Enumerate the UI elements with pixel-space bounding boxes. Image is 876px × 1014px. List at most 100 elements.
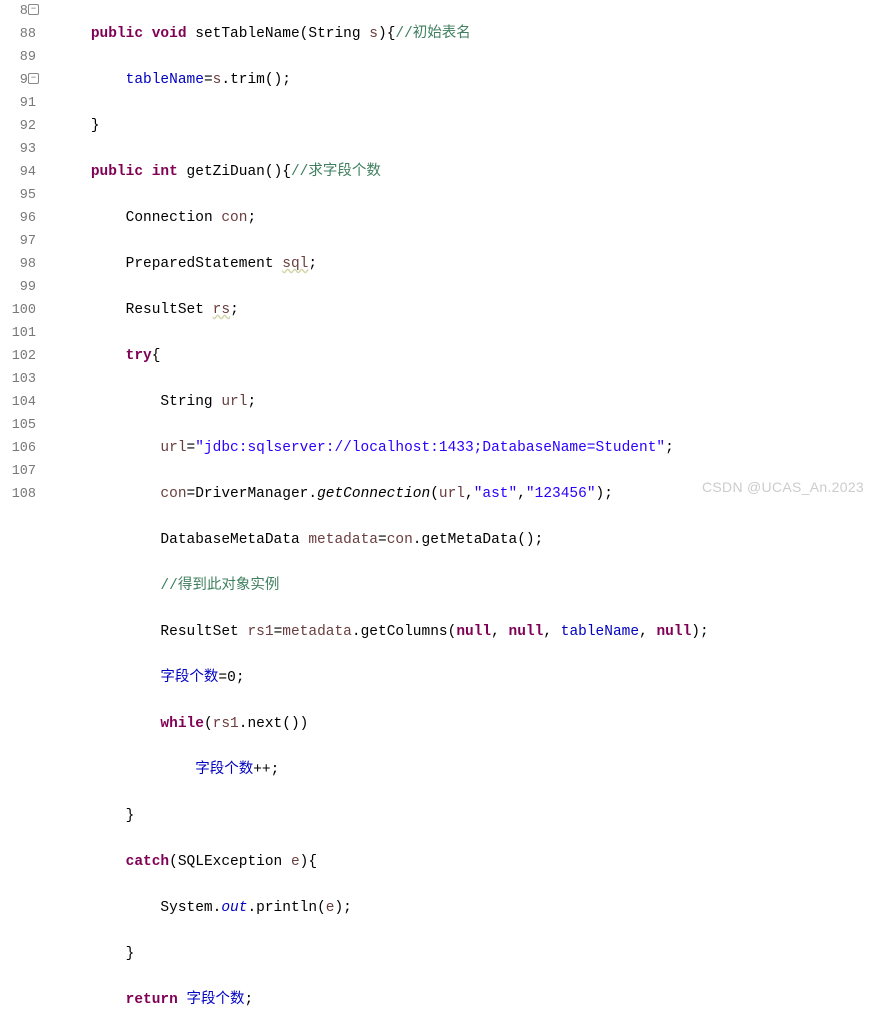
field: 字段个数 (195, 762, 253, 778)
line-number: 102 (12, 349, 36, 364)
gutter-line: 102 (0, 345, 36, 368)
param: s (369, 26, 378, 42)
punct: ; (236, 670, 245, 686)
code-line[interactable]: PreparedStatement sql; (56, 253, 876, 276)
method-call: getConnection (317, 486, 430, 502)
line-number: 95 (20, 188, 36, 203)
line-number: 103 (12, 372, 36, 387)
punct: ( (317, 900, 326, 916)
code-line[interactable]: 字段个数++; (56, 759, 876, 782)
watermark: CSDN @UCAS_An.2023 (702, 479, 864, 495)
code-line[interactable]: while(rs1.next()) (56, 713, 876, 736)
punct: () (282, 716, 299, 732)
line-number: 98 (20, 257, 36, 272)
keyword: public (91, 164, 143, 180)
punct: ; (245, 992, 254, 1008)
gutter-line: 105 (0, 414, 36, 437)
gutter-line: 101 (0, 322, 36, 345)
code-line[interactable]: public int getZiDuan(){//求字段个数 (56, 161, 876, 184)
punct: ( (204, 716, 213, 732)
code-line[interactable]: ResultSet rs; (56, 299, 876, 322)
code-line[interactable]: 字段个数=0; (56, 667, 876, 690)
punct: ; (665, 440, 674, 456)
line-number: 104 (12, 395, 36, 410)
punct: ); (691, 624, 708, 640)
brace: { (308, 854, 317, 870)
punct: (); (517, 532, 543, 548)
comment: //得到此对象实例 (160, 578, 279, 594)
type: SQLException (178, 854, 282, 870)
code-line[interactable]: System.out.println(e); (56, 897, 876, 920)
punct: () (265, 164, 282, 180)
line-number: 88 (20, 27, 36, 42)
op: = (204, 72, 213, 88)
code-line[interactable]: try{ (56, 345, 876, 368)
line-gutter: 87− 88 89 90− 91 92 93 94 95 96 97 98 99… (0, 0, 42, 507)
code-line[interactable]: catch(SQLException e){ (56, 851, 876, 874)
brace: } (126, 808, 135, 824)
var: rs1 (247, 624, 273, 640)
gutter-line: 88 (0, 23, 36, 46)
field: 字段个数 (160, 670, 218, 686)
code-line[interactable]: ResultSet rs1=metadata.getColumns(null, … (56, 621, 876, 644)
line-number: 94 (20, 165, 36, 180)
code-line[interactable]: public void setTableName(String s){//初始表… (56, 23, 876, 46)
dot: . (221, 72, 230, 88)
code-line[interactable]: tableName=s.trim(); (56, 69, 876, 92)
field: 字段个数 (187, 992, 245, 1008)
code-line[interactable]: Connection con; (56, 207, 876, 230)
gutter-line: 94 (0, 161, 36, 184)
keyword: try (126, 348, 152, 364)
code-line[interactable]: } (56, 943, 876, 966)
keyword: null (509, 624, 544, 640)
comment: //求字段个数 (291, 164, 381, 180)
type: System (160, 900, 212, 916)
gutter-line: 93 (0, 138, 36, 161)
punct: , (639, 624, 656, 640)
punct: ; (308, 256, 317, 272)
gutter-line: 100 (0, 299, 36, 322)
line-number: 108 (12, 487, 36, 502)
op: = (187, 486, 196, 502)
comment: //初始表名 (395, 26, 470, 42)
fold-marker-icon[interactable]: − (28, 4, 39, 15)
brace: } (126, 946, 135, 962)
type: PreparedStatement (126, 256, 274, 272)
punct: , (491, 624, 508, 640)
punct: (); (265, 72, 291, 88)
dot: . (413, 532, 422, 548)
punct: ( (169, 854, 178, 870)
line-number: 99 (20, 280, 36, 295)
punct: ; (230, 302, 239, 318)
punct: , (517, 486, 526, 502)
fold-marker-icon[interactable]: − (28, 73, 39, 84)
code-editor: 87− 88 89 90− 91 92 93 94 95 96 97 98 99… (0, 0, 876, 507)
code-line[interactable]: url="jdbc:sqlserver://localhost:1433;Dat… (56, 437, 876, 460)
line-number: 101 (12, 326, 36, 341)
code-line[interactable]: DatabaseMetaData metadata=con.getMetaDat… (56, 529, 876, 552)
string: "jdbc:sqlserver://localhost:1433;Databas… (195, 440, 665, 456)
punct: , (465, 486, 474, 502)
code-line[interactable]: return 字段个数; (56, 989, 876, 1012)
code-line[interactable]: } (56, 115, 876, 138)
gutter-line: 103 (0, 368, 36, 391)
brace: } (91, 118, 100, 134)
type: String (308, 26, 360, 42)
var: con (160, 486, 186, 502)
code-area[interactable]: public void setTableName(String s){//初始表… (42, 0, 876, 507)
string: "123456" (526, 486, 596, 502)
type: DriverManager (195, 486, 308, 502)
type: ResultSet (126, 302, 204, 318)
brace: { (282, 164, 291, 180)
op: = (218, 670, 227, 686)
code-line[interactable]: } (56, 805, 876, 828)
gutter-line: 91 (0, 92, 36, 115)
code-line[interactable]: //得到此对象实例 (56, 575, 876, 598)
code-line[interactable]: String url; (56, 391, 876, 414)
type: ResultSet (160, 624, 238, 640)
field: tableName (126, 72, 204, 88)
keyword: void (152, 26, 187, 42)
number: 0 (227, 670, 236, 686)
keyword: catch (126, 854, 170, 870)
type: Connection (126, 210, 213, 226)
